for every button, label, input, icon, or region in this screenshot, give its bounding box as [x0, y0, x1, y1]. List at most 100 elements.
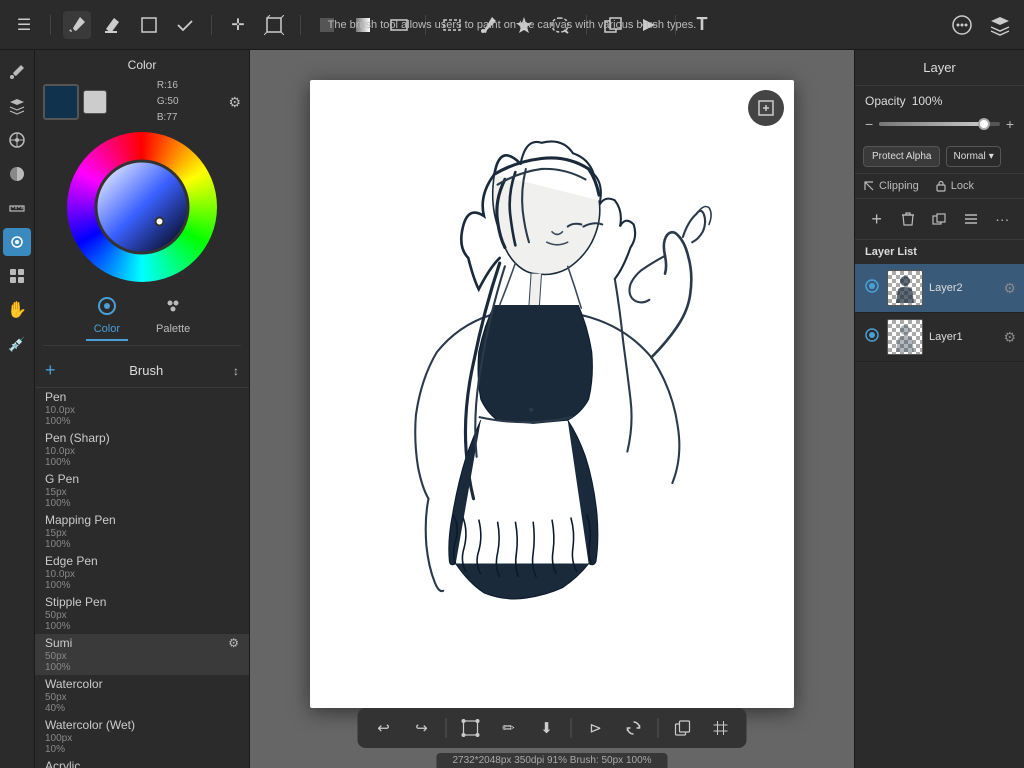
copy-paste-button[interactable] — [669, 714, 697, 742]
brush-tool-icon[interactable] — [63, 11, 91, 39]
download-button[interactable]: ⬇ — [533, 714, 561, 742]
brush-size-opacity: 50px100% — [45, 651, 239, 673]
layer-settings-icon[interactable]: ⚙ — [1003, 329, 1016, 346]
canvas-icon[interactable] — [135, 11, 163, 39]
color-tab-color[interactable]: Color — [86, 292, 128, 341]
rotate-button[interactable] — [620, 714, 648, 742]
opacity-value: 100% — [912, 94, 943, 108]
layer-name: Layer2 — [929, 282, 997, 294]
move-tool-icon[interactable]: ✛ — [224, 11, 252, 39]
b-value: B:77 — [157, 110, 179, 126]
color-section: Color R:16 G:50 B:77 ⚙ — [35, 50, 249, 354]
layer-actions: + ··· — [855, 199, 1024, 240]
checkmark-icon[interactable] — [171, 11, 199, 39]
clipping-button[interactable]: Clipping — [863, 180, 919, 192]
sidebar-brush[interactable] — [3, 58, 31, 86]
brush-section: + Brush ↕ Pen ⚙ 10.0px100% Pen (Sharp) ⚙… — [35, 354, 249, 768]
chevron-down-icon: ▾ — [989, 151, 994, 162]
sidebar-material[interactable] — [3, 262, 31, 290]
eraser-tool-icon[interactable] — [99, 11, 127, 39]
color-tabs: Color Palette — [43, 288, 241, 346]
color-wheel[interactable] — [67, 132, 217, 282]
separator — [300, 15, 301, 35]
sidebar-layers[interactable] — [3, 92, 31, 120]
color-wheel-inner[interactable] — [95, 160, 190, 255]
grid-button[interactable] — [707, 714, 735, 742]
main-color-swatch[interactable] — [43, 84, 79, 120]
opacity-increase-button[interactable]: + — [1006, 116, 1014, 132]
opacity-slider-thumb[interactable] — [978, 118, 990, 130]
layer-menu-button[interactable] — [957, 205, 985, 233]
opacity-decrease-button[interactable]: − — [865, 116, 873, 132]
blend-mode-button[interactable]: Normal ▾ — [946, 146, 1000, 167]
color-title: Color — [43, 58, 241, 72]
palette-tab-icon — [163, 296, 183, 321]
brush-list-item[interactable]: Pen ⚙ 10.0px100% — [35, 388, 249, 429]
transform-tool-icon[interactable] — [260, 11, 288, 39]
brush-list-item[interactable]: Pen (Sharp) ⚙ 10.0px100% — [35, 429, 249, 470]
opacity-slider-row: − + — [855, 116, 1024, 140]
add-brush-icon[interactable]: + — [45, 360, 56, 381]
transform-button[interactable] — [457, 714, 485, 742]
brush-settings-icon[interactable]: ⚙ — [228, 636, 239, 650]
layer-thumbnail — [887, 270, 923, 306]
color-tab-palette[interactable]: Palette — [148, 292, 198, 341]
layer-visibility-button[interactable] — [863, 326, 881, 349]
layer-settings-icon[interactable]: ⚙ — [1003, 280, 1016, 297]
brush-list-item[interactable]: Sumi ⚙ 50px100% — [35, 634, 249, 675]
layer-list: Layer2 ⚙ Layer1 ⚙ — [855, 264, 1024, 768]
alt-color-swatch[interactable] — [83, 90, 107, 114]
brush-size-opacity: 10.0px100% — [45, 446, 239, 468]
left-sidebar: ✋ 💉 — [0, 50, 35, 768]
add-layer-button[interactable]: + — [863, 205, 891, 233]
separator — [50, 15, 51, 35]
delete-layer-button[interactable] — [894, 205, 922, 233]
lock-button[interactable]: Lock — [935, 180, 974, 192]
layer-item[interactable]: Layer1 ⚙ — [855, 313, 1024, 362]
protect-alpha-button[interactable]: Protect Alpha — [863, 146, 940, 167]
color-rgb-values: R:16 G:50 B:77 — [157, 78, 179, 126]
sidebar-eyedropper[interactable]: 💉 — [3, 330, 31, 358]
brush-list-item[interactable]: Watercolor (Wet) ⚙ 100px10% — [35, 716, 249, 757]
undo-button[interactable]: ↩ — [370, 714, 398, 742]
opacity-slider[interactable] — [879, 122, 1000, 126]
brush-list-item[interactable]: Mapping Pen ⚙ 15px100% — [35, 511, 249, 552]
brush-list-item[interactable]: Stipple Pen ⚙ 50px100% — [35, 593, 249, 634]
brush-list-item[interactable]: Edge Pen ⚙ 10.0px100% — [35, 552, 249, 593]
brush-name: Pen (Sharp) — [45, 431, 110, 445]
brush-list-item[interactable]: Acrylic ⚙ 50px100% — [35, 757, 249, 768]
brush-size-opacity: 10.0px100% — [45, 405, 239, 427]
duplicate-layer-button[interactable] — [925, 205, 953, 233]
brush-size-opacity: 50px100% — [45, 610, 239, 632]
color-wheel-cursor[interactable] — [155, 217, 165, 227]
sidebar-navigator[interactable] — [3, 126, 31, 154]
play-button[interactable]: ⊳ — [582, 714, 610, 742]
tooltip-text: The brush tool allows users to paint on … — [328, 19, 697, 31]
separator — [446, 718, 447, 738]
layer-item[interactable]: Layer2 ⚙ — [855, 264, 1024, 313]
sidebar-ruler[interactable] — [3, 194, 31, 222]
canvas-content[interactable] — [310, 80, 794, 708]
sidebar-settings[interactable] — [3, 228, 31, 256]
layers-icon[interactable] — [986, 11, 1014, 39]
color-wheel-container[interactable] — [43, 132, 241, 282]
draw-button[interactable]: ✏ — [495, 714, 523, 742]
top-bar: ☰ ✛ — [0, 0, 1024, 50]
color-tab-label: Color — [94, 323, 120, 335]
sidebar-hand[interactable]: ✋ — [3, 296, 31, 324]
layer-options-button[interactable]: ··· — [988, 205, 1016, 233]
blend-mode-label: Normal — [953, 151, 985, 162]
layer-list-title: Layer List — [855, 240, 1024, 264]
sidebar-color[interactable] — [3, 160, 31, 188]
canvas-background[interactable]: ↩ ↪ ✏ ⬇ ⊳ 2 — [250, 50, 854, 768]
brush-name: Watercolor — [45, 677, 103, 691]
separator — [658, 718, 659, 738]
brush-list-item[interactable]: G Pen ⚙ 15px100% — [35, 470, 249, 511]
layer-visibility-button[interactable] — [863, 277, 881, 300]
color-settings-icon[interactable]: ⚙ — [228, 94, 241, 111]
brush-list-item[interactable]: Watercolor ⚙ 50px40% — [35, 675, 249, 716]
sort-brush-icon[interactable]: ↕ — [233, 364, 239, 378]
redo-button[interactable]: ↪ — [408, 714, 436, 742]
share-icon[interactable] — [948, 11, 976, 39]
menu-icon[interactable]: ☰ — [10, 11, 38, 39]
